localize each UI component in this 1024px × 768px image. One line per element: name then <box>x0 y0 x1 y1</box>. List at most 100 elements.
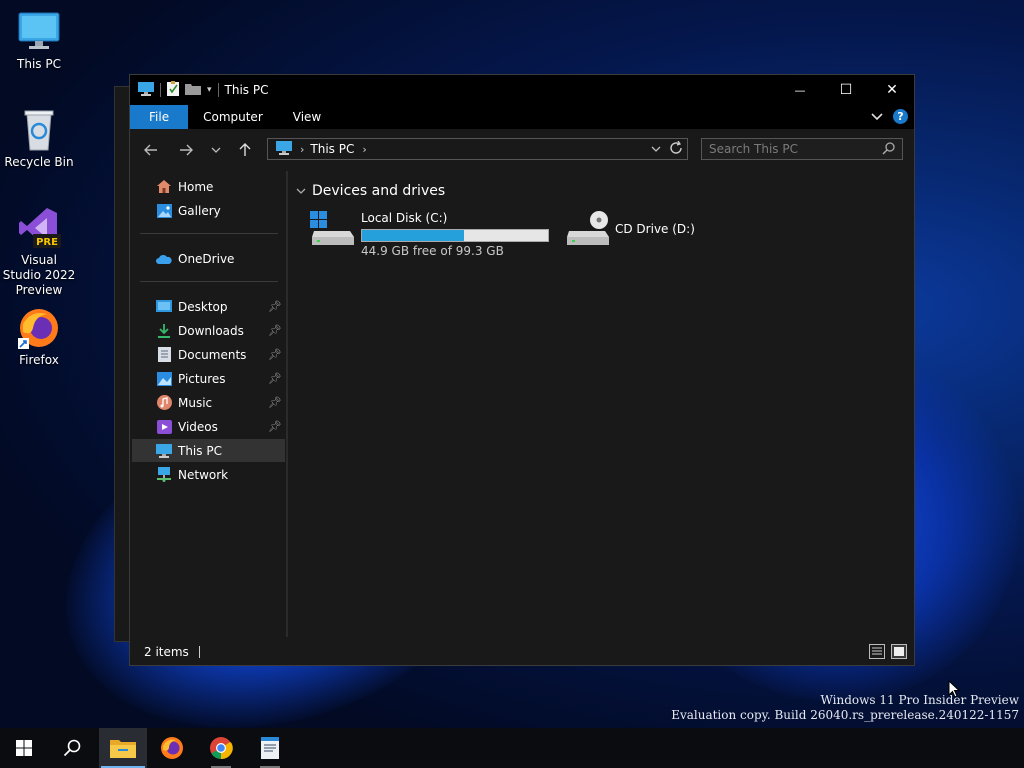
windows-logo-icon <box>16 740 32 756</box>
sidebar-item-home[interactable]: Home <box>132 175 285 198</box>
sidebar-item-desktop[interactable]: Desktop 📌︎ <box>132 295 285 318</box>
desktop-icon-label: This PC <box>17 57 61 71</box>
search-icon <box>63 739 81 757</box>
chevron-down-icon <box>211 147 221 153</box>
pin-icon[interactable]: 📌︎ <box>268 324 282 337</box>
search-input[interactable] <box>702 142 872 156</box>
maximize-button[interactable]: ☐ <box>823 75 869 105</box>
sidebar-item-documents[interactable]: Documents 📌︎ <box>132 343 285 366</box>
pin-icon[interactable]: 📌︎ <box>268 396 282 409</box>
sidebar-item-label: Home <box>178 179 214 194</box>
group-header[interactable]: Devices and drives <box>296 183 445 199</box>
desktop-icon-this-pc[interactable]: This PC <box>1 10 77 72</box>
toolbar-separator <box>217 83 219 97</box>
mouse-cursor-icon <box>948 679 961 702</box>
search-button[interactable] <box>48 728 96 768</box>
desktop-icon-label: Firefox <box>19 353 59 367</box>
item-count: 2 items <box>144 644 189 659</box>
toolbar-separator <box>160 83 161 97</box>
desktop-icon-visual-studio[interactable]: PRE Visual Studio 2022 Preview <box>1 206 77 298</box>
navigation-bar: › This PC › <box>130 129 914 171</box>
vs-pre-badge: PRE <box>36 237 58 248</box>
title-bar[interactable]: ▾ This PC — ☐ ✕ <box>130 75 914 105</box>
chrome-icon <box>210 737 233 760</box>
help-icon[interactable]: ? <box>893 109 908 124</box>
address-bar[interactable]: › This PC › <box>267 138 688 160</box>
desktop-icon-label: Recycle Bin <box>4 155 74 169</box>
new-folder-icon[interactable] <box>185 83 201 98</box>
large-icons-view-icon[interactable] <box>891 644 907 659</box>
breadcrumb-chevron-icon[interactable]: › <box>362 143 366 156</box>
sidebar-divider <box>140 233 278 234</box>
sidebar-item-downloads[interactable]: Downloads 📌︎ <box>132 319 285 342</box>
onedrive-icon <box>156 251 172 267</box>
details-view-icon[interactable] <box>869 644 885 659</box>
tab-computer[interactable]: Computer <box>188 105 278 129</box>
close-button[interactable]: ✕ <box>869 75 915 105</box>
breadcrumb-this-pc[interactable]: This PC <box>310 142 354 156</box>
sidebar-item-label: Documents <box>178 347 247 362</box>
back-button[interactable] <box>140 140 162 160</box>
desktop-icon-recycle-bin[interactable]: Recycle Bin <box>1 108 77 170</box>
ribbon-tabs: File Computer View ? <box>130 105 914 129</box>
music-icon <box>156 395 172 411</box>
sidebar-item-music[interactable]: Music 📌︎ <box>132 391 285 414</box>
sidebar-item-label: Gallery <box>178 203 221 218</box>
navigation-pane: Home Gallery OneDrive Desktop 📌︎ Downloa… <box>130 171 288 637</box>
home-icon <box>156 179 172 195</box>
sidebar-item-label: OneDrive <box>178 251 235 266</box>
sidebar-item-label: Videos <box>178 419 218 434</box>
drive-local-disk-c[interactable]: Local Disk (C:) 44.9 GB free of 99.3 GB <box>310 211 549 258</box>
expand-ribbon-icon[interactable] <box>871 110 883 124</box>
sidebar-item-this-pc[interactable]: This PC <box>132 439 285 462</box>
recent-locations-button[interactable] <box>205 140 227 160</box>
document-app-icon <box>261 737 279 759</box>
minimize-button[interactable]: — <box>777 75 823 105</box>
folder-icon <box>110 740 136 758</box>
firefox-icon <box>161 737 183 759</box>
pin-icon[interactable]: 📌︎ <box>268 300 282 313</box>
sidebar-item-videos[interactable]: Videos 📌︎ <box>132 415 285 438</box>
watermark-line-2: Evaluation copy. Build 26040.rs_prerelea… <box>671 708 1019 722</box>
sidebar-item-pictures[interactable]: Pictures 📌︎ <box>132 367 285 390</box>
taskbar <box>0 728 1024 768</box>
desktop-icon-firefox[interactable]: Firefox <box>1 306 77 368</box>
tab-view[interactable]: View <box>278 105 336 129</box>
tab-file[interactable]: File <box>130 105 189 129</box>
search-box[interactable] <box>701 138 903 160</box>
drive-free-space: 44.9 GB free of 99.3 GB <box>361 244 504 258</box>
breadcrumb-chevron-icon[interactable]: › <box>300 143 304 156</box>
sidebar-item-label: Downloads <box>178 323 244 338</box>
drive-usage-bar <box>361 229 549 242</box>
pin-icon[interactable]: 📌︎ <box>268 348 282 361</box>
drive-cd-d[interactable]: CD Drive (D:) <box>565 211 695 247</box>
close-icon: ✕ <box>886 82 898 98</box>
chevron-down-icon[interactable] <box>296 185 306 198</box>
this-pc-icon <box>138 81 154 99</box>
refresh-icon[interactable] <box>669 140 683 158</box>
sidebar-item-network[interactable]: Network <box>132 463 285 486</box>
firefox-icon <box>17 306 61 350</box>
monitor-icon <box>17 10 61 54</box>
cd-drive-icon <box>565 211 609 247</box>
search-icon[interactable] <box>882 142 895 158</box>
properties-icon[interactable] <box>167 81 179 99</box>
firefox-button[interactable] <box>148 728 196 768</box>
address-history-icon[interactable] <box>651 142 661 156</box>
windows-drive-icon <box>310 211 354 247</box>
chrome-button[interactable] <box>197 728 245 768</box>
up-button[interactable] <box>234 140 256 160</box>
app-button[interactable] <box>246 728 294 768</box>
pin-icon[interactable]: 📌︎ <box>268 420 282 433</box>
sidebar-item-onedrive[interactable]: OneDrive <box>132 247 285 270</box>
documents-icon <box>156 347 172 363</box>
file-explorer-button[interactable] <box>99 728 147 768</box>
customize-toolbar-icon[interactable]: ▾ <box>207 85 212 95</box>
forward-button[interactable] <box>175 140 197 160</box>
explorer-window: ▾ This PC — ☐ ✕ File Computer View ? › T… <box>129 74 915 666</box>
arrow-right-icon <box>180 144 193 156</box>
pin-icon[interactable]: 📌︎ <box>268 372 282 385</box>
start-button[interactable] <box>0 728 48 768</box>
watermark-line-1: Windows 11 Pro Insider Preview <box>820 693 1019 707</box>
sidebar-item-gallery[interactable]: Gallery <box>132 199 285 222</box>
